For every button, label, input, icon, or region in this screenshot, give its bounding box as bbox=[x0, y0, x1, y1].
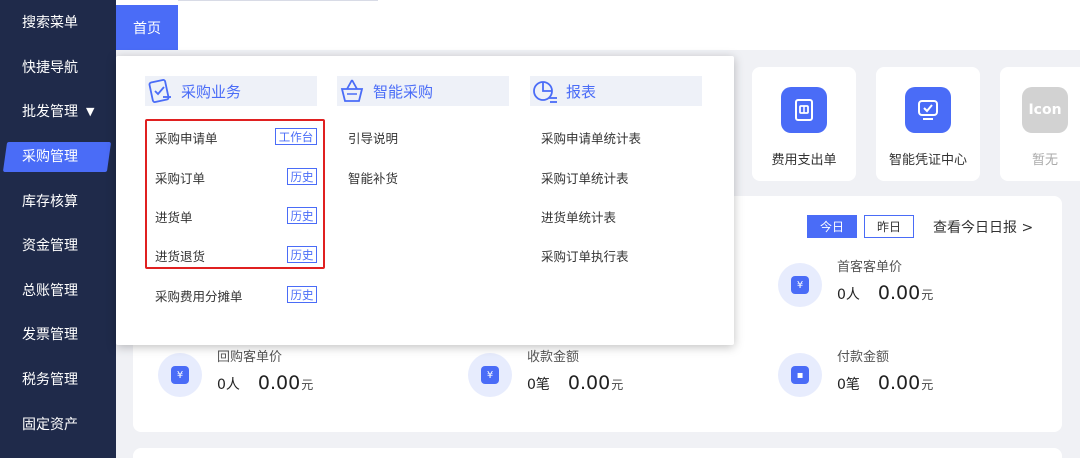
sidebar: 搜索菜单 快捷导航 批发管理 ▼ 采购管理 库存核算 资金管理 总账管理 发票管理… bbox=[0, 0, 116, 458]
menu-header-purchase: 采购业务 bbox=[145, 76, 317, 106]
stat-first-customer: ¥ 首客客单价 0人 0.00 元 bbox=[778, 260, 933, 307]
stat-count: 0人 bbox=[217, 377, 240, 393]
yuan-bag-icon: ¥ bbox=[481, 366, 499, 384]
sidebar-item-wholesale[interactable]: 批发管理 ▼ bbox=[0, 89, 116, 134]
sidebar-item-label: 库存核算 bbox=[22, 193, 78, 210]
quick-empty-card[interactable]: Icon 暂无 bbox=[1000, 67, 1080, 181]
menu-header-label: 智能采购 bbox=[373, 82, 434, 101]
stat-amount: 0.00 bbox=[877, 372, 921, 394]
sidebar-item-label: 快捷导航 bbox=[22, 59, 78, 76]
sidebar-item-search-menu[interactable]: 搜索菜单 bbox=[0, 0, 116, 45]
yuan-box-icon: ¥ bbox=[171, 366, 189, 384]
history-tag[interactable]: 历史 bbox=[287, 286, 317, 303]
stat-icon: ▪ bbox=[778, 353, 822, 397]
stat-count: 0人 bbox=[837, 287, 860, 303]
stat-unit: 元 bbox=[921, 378, 934, 392]
view-daily-report-link[interactable]: 查看今日日报 > bbox=[933, 217, 1033, 237]
menu-header-reports: 报表 bbox=[530, 76, 702, 106]
quick-expense-card[interactable]: 费用支出单 bbox=[752, 67, 856, 181]
menu-header-label: 采购业务 bbox=[181, 82, 242, 101]
stat-amount: 0.00 bbox=[877, 282, 921, 304]
quick-voucher-card[interactable]: 智能凭证中心 bbox=[876, 67, 980, 181]
stat-repurchase-customer: ¥ 回购客单价 0人 0.00 元 bbox=[158, 350, 313, 397]
stat-count: 0笔 bbox=[837, 377, 860, 393]
stat-unit: 元 bbox=[921, 288, 934, 302]
sidebar-item-label: 资金管理 bbox=[22, 238, 78, 255]
stat-unit: 元 bbox=[301, 378, 314, 392]
clipboard-yuan-icon: ¥ bbox=[791, 276, 809, 294]
stat-title: 回购客单价 bbox=[217, 350, 283, 365]
stat-amount: 0.00 bbox=[567, 372, 611, 394]
sidebar-item-label: 批发管理 bbox=[22, 104, 78, 121]
tab-home[interactable]: 首页 bbox=[116, 5, 178, 50]
menu-link-cost-allocation[interactable]: 采购费用分摊单 bbox=[155, 286, 243, 305]
voucher-monitor-icon bbox=[905, 87, 951, 133]
stat-icon: ¥ bbox=[468, 353, 512, 397]
sidebar-item-label: 发票管理 bbox=[22, 327, 78, 344]
basket-icon bbox=[340, 79, 364, 102]
stat-unit: 元 bbox=[611, 378, 624, 392]
red-highlight-box bbox=[145, 119, 325, 269]
report-icon bbox=[533, 81, 557, 103]
sidebar-item-fixed-assets[interactable]: 固定资产 bbox=[0, 401, 116, 446]
stat-paid: ▪ 付款金额 0笔 0.00 元 bbox=[778, 350, 933, 397]
sidebar-item-label: 采购管理 bbox=[22, 149, 78, 166]
yesterday-button[interactable]: 昨日 bbox=[864, 215, 914, 238]
bottom-card bbox=[133, 448, 1062, 458]
quick-label: 费用支出单 bbox=[771, 153, 837, 168]
placeholder-icon: Icon bbox=[1022, 87, 1068, 133]
menu-link-smart-restock[interactable]: 智能补货 bbox=[348, 168, 398, 187]
purchase-mega-menu: 采购业务 采购申请单 工作台 采购订单 历史 进货单 历史 进货退货 历史 采购… bbox=[116, 56, 734, 345]
menu-link-guide[interactable]: 引导说明 bbox=[348, 128, 398, 147]
menu-link-order-stats[interactable]: 采购订单统计表 bbox=[541, 168, 629, 187]
sidebar-item-purchase[interactable]: 采购管理 bbox=[0, 134, 116, 179]
sidebar-item-ledger[interactable]: 总账管理 bbox=[0, 268, 116, 313]
sidebar-item-funds[interactable]: 资金管理 bbox=[0, 223, 116, 268]
stat-count: 0笔 bbox=[527, 377, 550, 393]
stat-title: 首客客单价 bbox=[837, 260, 903, 275]
divider bbox=[178, 0, 378, 1]
purchase-doc-icon bbox=[148, 79, 171, 103]
sidebar-item-quick-nav[interactable]: 快捷导航 bbox=[0, 45, 116, 90]
stat-amount: 0.00 bbox=[257, 372, 301, 394]
sidebar-item-label: 固定资产 bbox=[22, 416, 78, 433]
sidebar-item-label: 搜索菜单 bbox=[22, 15, 78, 32]
stat-title: 收款金额 bbox=[527, 350, 580, 365]
stat-icon: ¥ bbox=[158, 353, 202, 397]
stat-received: ¥ 收款金额 0笔 0.00 元 bbox=[468, 350, 623, 397]
sidebar-item-tax[interactable]: 税务管理 bbox=[0, 357, 116, 402]
sidebar-item-invoice[interactable]: 发票管理 bbox=[0, 312, 116, 357]
wallet-icon: ▪ bbox=[791, 366, 809, 384]
sidebar-item-label: 总账管理 bbox=[22, 282, 78, 299]
sidebar-item-inventory[interactable]: 库存核算 bbox=[0, 178, 116, 223]
top-bar: 首页 bbox=[116, 0, 1080, 50]
stat-title: 付款金额 bbox=[837, 350, 890, 365]
menu-link-receipt-stats[interactable]: 进货单统计表 bbox=[541, 207, 616, 226]
caret-down-icon: ▼ bbox=[86, 104, 95, 118]
menu-link-request-stats[interactable]: 采购申请单统计表 bbox=[541, 128, 641, 147]
sidebar-item-label: 税务管理 bbox=[22, 372, 78, 389]
menu-header-label: 报表 bbox=[566, 82, 597, 101]
quick-label: 智能凭证中心 bbox=[888, 153, 967, 168]
menu-link-order-execution[interactable]: 采购订单执行表 bbox=[541, 246, 629, 265]
quick-label: 暂无 bbox=[1031, 153, 1058, 168]
menu-header-smart-purchase: 智能采购 bbox=[337, 76, 509, 106]
today-button[interactable]: 今日 bbox=[807, 215, 857, 238]
receipt-icon bbox=[781, 87, 827, 133]
stat-icon: ¥ bbox=[778, 263, 822, 307]
